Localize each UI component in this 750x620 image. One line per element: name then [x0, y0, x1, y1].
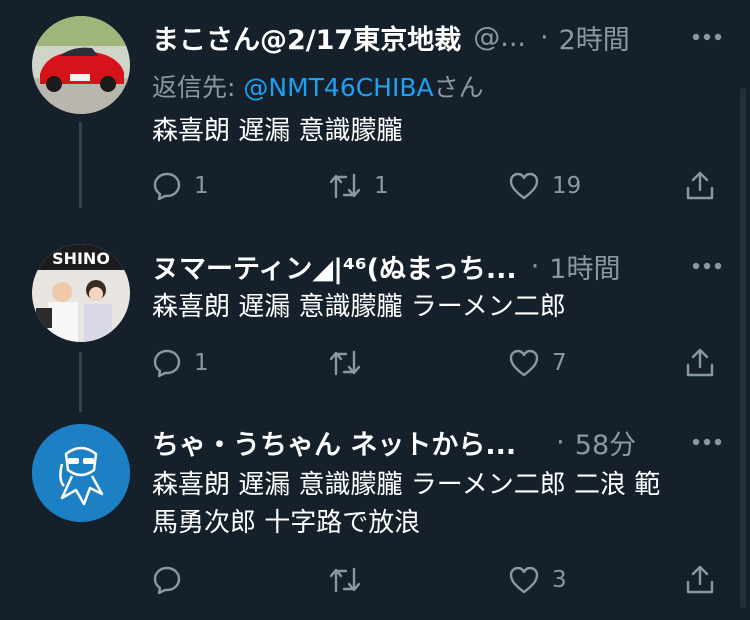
share-button[interactable] — [684, 343, 716, 383]
separator-dot: · — [539, 21, 549, 53]
avatar-group-image: SHINO — [32, 244, 130, 342]
like-button[interactable]: 7 — [508, 343, 567, 383]
reply-count: 1 — [194, 173, 209, 199]
display-name[interactable]: ヌマーティン◢|⁴⁶(ぬまっち... — [152, 247, 517, 286]
like-icon — [508, 348, 540, 378]
tweet-text-line-1: 森喜朗 遅漏 意識朦朧 ラーメン二郎 二浪 範 — [152, 470, 661, 500]
share-button[interactable] — [684, 166, 716, 206]
share-icon — [684, 564, 716, 596]
reply-to-suffix: さん — [433, 73, 484, 102]
separator-dot: · — [530, 250, 540, 282]
reply-button[interactable]: 1 — [152, 343, 209, 383]
share-icon — [684, 347, 716, 379]
reply-icon — [152, 348, 182, 378]
like-count: 3 — [552, 567, 567, 593]
tweet-2[interactable]: SHINO ヌマーティン◢|⁴⁶(ぬまっち... · 1時間 森喜朗 遅漏 意識… — [0, 240, 750, 440]
svg-text:SHINO: SHINO — [52, 249, 110, 268]
reply-icon — [152, 565, 182, 595]
like-button[interactable]: 3 — [508, 560, 567, 600]
tweet-text: 森喜朗 遅漏 意識朦朧 — [152, 116, 403, 146]
reply-button[interactable]: 1 — [152, 166, 209, 206]
like-button[interactable]: 19 — [508, 166, 581, 206]
tweet-text: 森喜朗 遅漏 意識朦朧 ラーメン二郎 二浪 範 馬勇次郎 十字路で放浪 — [152, 466, 710, 542]
action-bar: 3 — [152, 560, 724, 600]
retweet-count: 1 — [374, 173, 389, 199]
like-count: 7 — [552, 350, 567, 376]
reply-to-line: 返信先: @NMT46CHIBAさん — [152, 68, 484, 104]
timestamp[interactable]: 2時間 — [559, 18, 630, 57]
reply-to-label: 返信先: — [152, 73, 244, 102]
timestamp[interactable]: 58分 — [575, 423, 636, 462]
tweet-3[interactable]: ちゃ・うちゃん ネットから... · 58分 森喜朗 遅漏 意識朦朧 ラーメン二… — [0, 420, 750, 620]
tweet-header: ヌマーティン◢|⁴⁶(ぬまっち... · 1時間 — [152, 244, 722, 288]
avatar-illustration[interactable] — [32, 424, 130, 522]
avatar-red-car[interactable] — [32, 16, 130, 114]
user-handle[interactable]: @... — [473, 22, 526, 53]
more-icon[interactable] — [682, 427, 722, 457]
share-icon — [684, 170, 716, 202]
action-bar: 1 7 — [152, 343, 724, 383]
reply-to-mention[interactable]: @NMT46CHIBA — [243, 73, 433, 102]
avatar-illustration-image — [32, 424, 130, 522]
avatar-car-image — [32, 16, 130, 114]
display-name[interactable]: まこさん@2/17東京地裁 — [152, 18, 461, 57]
retweet-icon — [328, 348, 362, 378]
display-name[interactable]: ちゃ・うちゃん ネットから... — [152, 423, 516, 462]
separator-dot: · — [556, 426, 565, 458]
like-count: 19 — [552, 173, 582, 199]
retweet-icon — [328, 565, 362, 595]
tweet-header: まこさん@2/17東京地裁 @... · 2時間 — [152, 15, 722, 59]
retweet-button[interactable]: 1 — [328, 166, 389, 206]
more-icon[interactable] — [682, 251, 722, 281]
share-button[interactable] — [684, 560, 716, 600]
more-icon[interactable] — [682, 22, 722, 52]
reply-button[interactable] — [152, 560, 194, 600]
scrollbar[interactable] — [740, 88, 746, 608]
like-icon — [508, 565, 540, 595]
tweet-1[interactable]: まこさん@2/17東京地裁 @... · 2時間 返信先: @NMT46CHIB… — [0, 14, 750, 214]
avatar-group-photo[interactable]: SHINO — [32, 244, 130, 342]
reply-count: 1 — [194, 350, 209, 376]
tweet-text: 森喜朗 遅漏 意識朦朧 ラーメン二郎 — [152, 292, 566, 322]
timestamp[interactable]: 1時間 — [549, 247, 620, 286]
like-icon — [508, 171, 540, 201]
retweet-button[interactable] — [328, 343, 374, 383]
retweet-button[interactable] — [328, 560, 374, 600]
reply-icon — [152, 171, 182, 201]
thread-line — [79, 352, 82, 412]
thread-line — [79, 122, 82, 208]
tweet-header: ちゃ・うちゃん ネットから... · 58分 — [152, 420, 722, 464]
retweet-icon — [328, 171, 362, 201]
action-bar: 1 1 19 — [152, 166, 724, 206]
tweet-text-line-2: 馬勇次郎 十字路で放浪 — [152, 508, 421, 538]
